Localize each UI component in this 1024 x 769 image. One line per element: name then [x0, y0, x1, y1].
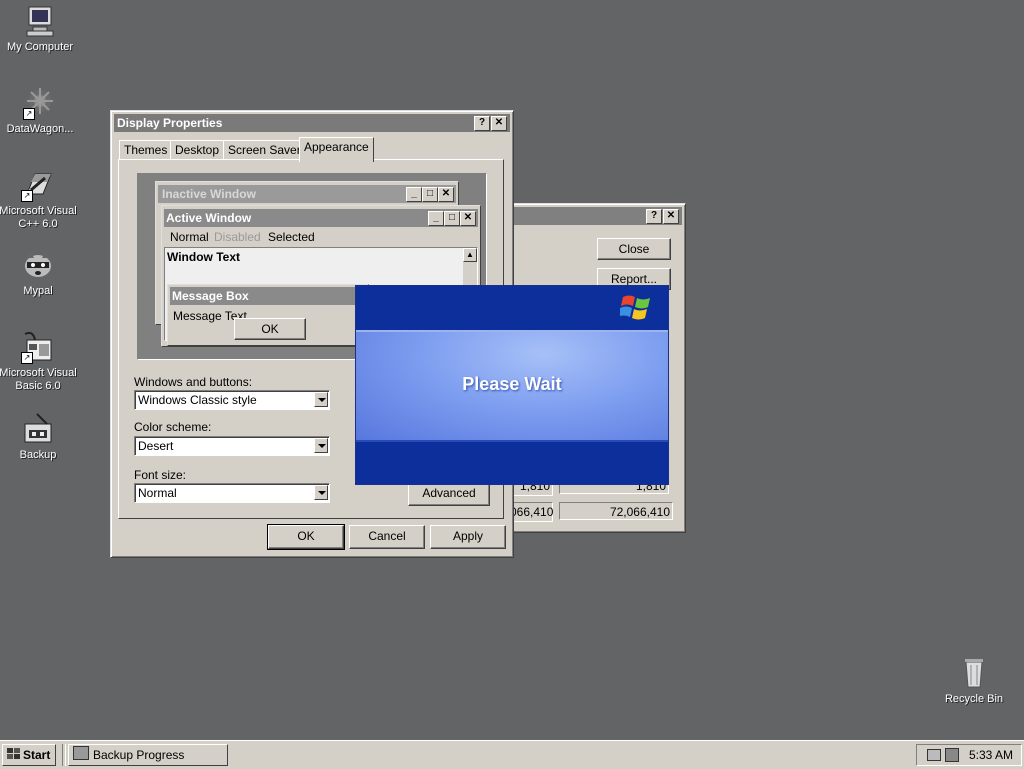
font-size-label: Font size:: [134, 468, 187, 482]
desktop-icon-visual-basic[interactable]: ↗ Microsoft Visual Basic 6.0: [0, 330, 78, 393]
taskbar-item-backup-progress[interactable]: Backup Progress: [68, 744, 228, 766]
taskbar-separator: [62, 744, 66, 766]
chevron-down-icon[interactable]: [314, 438, 328, 453]
tab-screen-saver[interactable]: Screen Saver: [223, 140, 306, 161]
value-field: 066,410: [509, 502, 553, 522]
windows-and-buttons-select[interactable]: Windows Classic style: [134, 390, 330, 410]
color-scheme-value: Desert: [138, 439, 174, 453]
recycle-bin-icon: [957, 656, 991, 690]
preview-menu-disabled: Disabled: [214, 230, 261, 244]
visual-cpp-icon: ↗: [21, 168, 55, 202]
close-icon: ✕: [460, 211, 476, 226]
tab-label: Themes: [124, 143, 168, 157]
datawagon-icon: ↗: [23, 86, 57, 120]
windows-logo-icon: [618, 292, 654, 322]
desktop-icon-label: Recycle Bin: [944, 693, 1004, 705]
backup-window-titlebar[interactable]: ? ✕: [504, 207, 682, 225]
chevron-down-icon[interactable]: [314, 485, 328, 500]
font-size-value: Normal: [138, 486, 177, 500]
taskbar: Start Backup Progress 5:33 AM: [0, 740, 1024, 769]
tab-label: Screen Saver: [228, 143, 301, 157]
taskbar-item-label: Backup Progress: [93, 748, 185, 762]
please-wait-footer: [356, 440, 668, 484]
preview-window-text: Window Text: [167, 250, 240, 264]
preview-active-title: Active Window: [166, 211, 252, 225]
tab-themes[interactable]: Themes: [119, 140, 173, 161]
clock[interactable]: 5:33 AM: [969, 748, 1013, 762]
windows-and-buttons-label: Windows and buttons:: [134, 375, 253, 389]
preview-inactive-titlebar: Inactive Window _ □ ✕: [158, 185, 456, 203]
preview-menu-normal: Normal: [170, 230, 209, 244]
please-wait-dialog: Please Wait: [355, 285, 669, 485]
desktop-icon-label: Microsoft Visual Basic 6.0: [0, 367, 77, 392]
help-button[interactable]: ?: [474, 116, 490, 131]
backup-icon: [73, 746, 89, 760]
please-wait-message: Please Wait: [462, 374, 562, 394]
maximize-icon: □: [444, 211, 460, 226]
shortcut-arrow-icon: ↗: [21, 190, 33, 202]
windows-and-buttons-value: Windows Classic style: [138, 393, 257, 407]
computer-icon: [23, 4, 57, 38]
tab-label: Desktop: [175, 143, 220, 157]
network-icon[interactable]: [945, 748, 959, 762]
color-scheme-select[interactable]: Desert: [134, 436, 330, 456]
close-dialog-button[interactable]: Close: [597, 238, 671, 260]
start-button[interactable]: Start: [2, 744, 56, 766]
advanced-button[interactable]: Advanced: [408, 482, 490, 506]
tab-desktop[interactable]: Desktop: [170, 140, 225, 161]
chevron-down-icon[interactable]: [314, 392, 328, 407]
desktop-icon-label: DataWagon...: [6, 123, 74, 135]
display-properties-titlebar[interactable]: Display Properties ? ✕: [114, 114, 510, 132]
preview-message-title: Message Box: [172, 289, 249, 303]
maximize-icon: □: [422, 187, 438, 202]
color-scheme-label: Color scheme:: [134, 420, 212, 434]
desktop-icon-backup[interactable]: Backup: [0, 412, 78, 462]
desktop-icon-mypal[interactable]: Mypal: [0, 248, 78, 298]
close-button[interactable]: ✕: [663, 209, 679, 224]
shortcut-arrow-icon: ↗: [23, 108, 35, 120]
value-field: 72,066,410: [559, 502, 673, 520]
minimize-icon: _: [406, 187, 422, 202]
preview-ok-button: OK: [234, 318, 306, 340]
system-tray: 5:33 AM: [916, 744, 1022, 766]
desktop-icon-visual-cpp[interactable]: ↗ Microsoft Visual C++ 6.0: [0, 168, 78, 231]
help-button[interactable]: ?: [646, 209, 662, 224]
value-text: 72,066,410: [609, 505, 670, 519]
preview-menu-selected: Selected: [268, 230, 315, 244]
desktop-icon-label: Mypal: [23, 285, 53, 297]
apply-button[interactable]: Apply: [430, 525, 506, 549]
ok-button[interactable]: OK: [267, 524, 345, 550]
keyboard-icon[interactable]: [927, 749, 941, 761]
desktop-icon-label: My Computer: [6, 41, 74, 53]
preview-active-titlebar: Active Window _ □ ✕: [164, 209, 478, 227]
desktop-icon-my-computer[interactable]: My Computer: [0, 4, 80, 54]
desktop-icon-label: Backup: [19, 449, 57, 461]
preview-inactive-title: Inactive Window: [162, 187, 256, 201]
tab-label: Appearance: [304, 140, 369, 154]
desktop-icon-recycle-bin[interactable]: Recycle Bin: [934, 656, 1014, 706]
scroll-up-icon: ▲: [463, 248, 477, 262]
preview-message-box: Message Box Message Text OK: [167, 284, 369, 346]
minimize-icon: _: [428, 211, 444, 226]
shortcut-arrow-icon: ↗: [21, 352, 33, 364]
windows-flag-icon: [7, 746, 21, 759]
desktop-icon-datawagon[interactable]: ↗ DataWagon...: [0, 86, 80, 136]
font-size-select[interactable]: Normal: [134, 483, 330, 503]
mypal-icon: [21, 248, 55, 282]
preview-message-titlebar: Message Box: [170, 287, 366, 305]
desktop-icon-label: Microsoft Visual C++ 6.0: [0, 205, 77, 230]
cancel-button[interactable]: Cancel: [349, 525, 425, 549]
please-wait-header: [356, 286, 668, 330]
tab-appearance[interactable]: Appearance: [299, 137, 374, 162]
value-text: 066,410: [510, 505, 554, 519]
window-title: Display Properties: [117, 116, 223, 130]
close-icon: ✕: [438, 187, 454, 202]
visual-basic-icon: ↗: [21, 330, 55, 364]
close-button[interactable]: ✕: [491, 116, 507, 131]
start-label: Start: [23, 748, 51, 762]
backup-icon: [21, 412, 55, 446]
